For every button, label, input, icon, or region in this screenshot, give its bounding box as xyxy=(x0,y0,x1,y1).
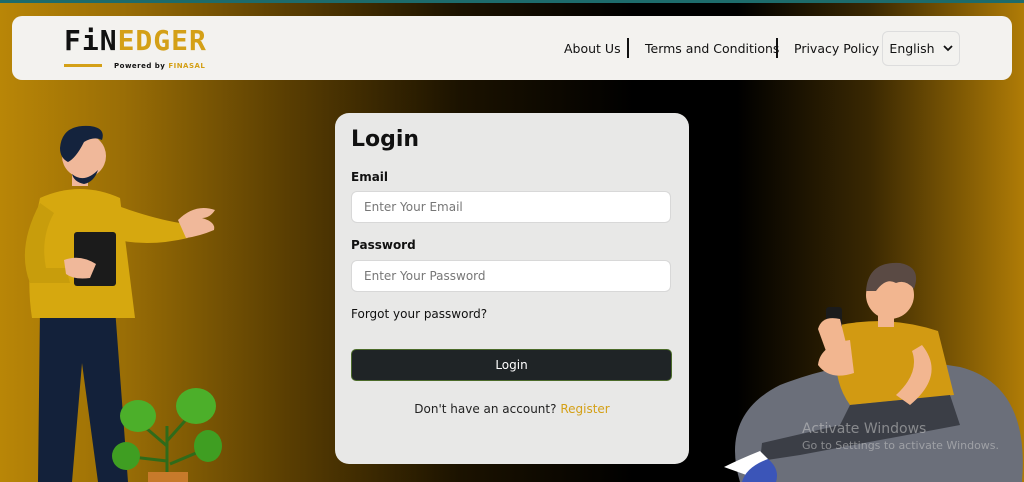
language-select[interactable]: English xyxy=(882,31,960,66)
logo-underline xyxy=(64,64,102,67)
language-value: English xyxy=(889,41,935,56)
register-link[interactable]: Register xyxy=(560,402,609,416)
email-label: Email xyxy=(351,170,389,184)
activate-windows-watermark: Activate Windows Go to Settings to activ… xyxy=(802,421,999,452)
plant-illustration xyxy=(112,388,222,482)
login-button[interactable]: Login xyxy=(351,349,672,381)
nav-divider xyxy=(627,38,629,58)
login-title: Login xyxy=(351,127,420,152)
register-prompt-text: Don't have an account? xyxy=(414,402,557,416)
finledger-logo[interactable]: FiNEDGER Powered by FINASAL xyxy=(64,24,207,74)
watermark-title: Activate Windows xyxy=(802,421,927,437)
chevron-down-icon xyxy=(942,45,953,52)
login-card: Login Email Password Forgot your passwor… xyxy=(335,113,689,464)
password-label: Password xyxy=(351,238,416,252)
powered-by-text: Powered by FINASAL xyxy=(114,62,206,70)
nav-divider xyxy=(776,38,778,58)
privacy-policy-link[interactable]: Privacy Policy xyxy=(794,41,879,56)
top-navbar: FiNEDGER Powered by FINASAL About Us Ter… xyxy=(12,16,1012,80)
register-prompt: Don't have an account? Register xyxy=(335,402,689,416)
top-accent-line xyxy=(0,0,1024,3)
password-field[interactable] xyxy=(351,260,671,292)
logo-edger-text: EDGER xyxy=(117,24,207,57)
about-us-link[interactable]: About Us xyxy=(564,41,621,56)
watermark-subtitle: Go to Settings to activate Windows. xyxy=(802,439,1000,452)
forgot-password-link[interactable]: Forgot your password? xyxy=(351,307,487,321)
email-field[interactable] xyxy=(351,191,671,223)
logo-fin-text: FiN xyxy=(64,24,118,57)
terms-link[interactable]: Terms and Conditions xyxy=(645,41,779,56)
